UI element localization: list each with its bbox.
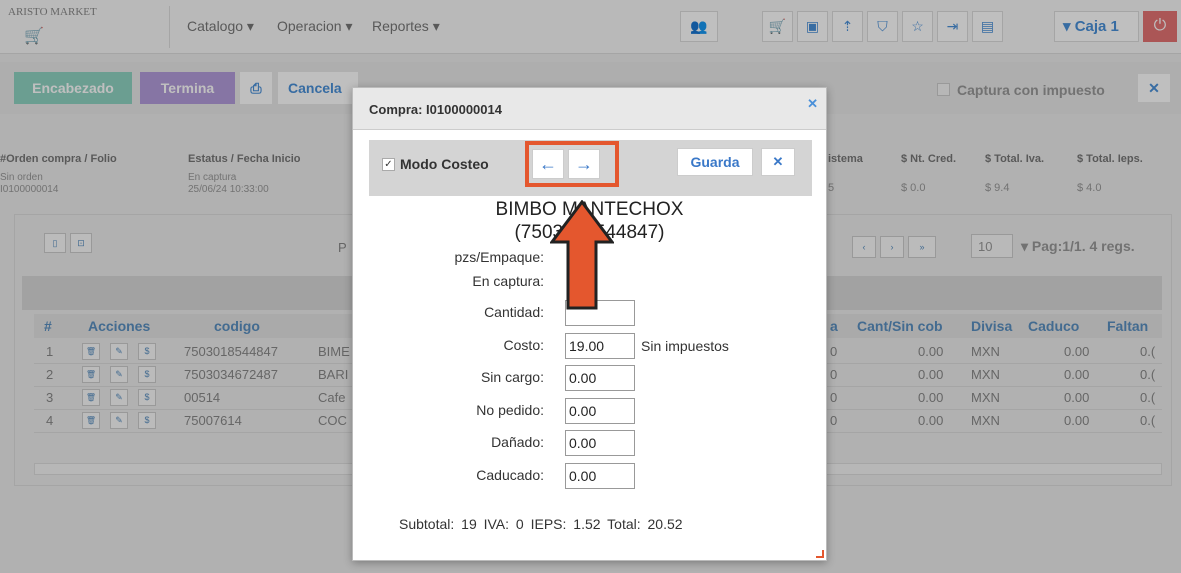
field-input[interactable]: 0.00: [565, 397, 635, 424]
resize-handle[interactable]: [816, 550, 824, 558]
dialog-title: Compra: I0100000014: [369, 102, 502, 117]
field-label: Cantidad:: [484, 304, 544, 320]
compra-dialog: Compra: I0100000014 ✕ ✓ Modo Costeo ← → …: [352, 87, 827, 561]
field-input[interactable]: 0.00: [565, 430, 635, 456]
modo-costeo-checkbox[interactable]: ✓: [382, 158, 395, 171]
field-label: Sin cargo:: [480, 369, 544, 385]
highlight-box: [525, 141, 619, 187]
field-label: Caducado:: [476, 466, 544, 483]
field-input[interactable]: 0.00: [565, 365, 635, 391]
field-input[interactable]: 19.00: [565, 332, 635, 359]
field-input[interactable]: 0.00: [565, 462, 635, 489]
dialog-cancel-icon[interactable]: ✕: [761, 148, 795, 176]
dialog-titlebar: Compra: I0100000014 ✕: [353, 88, 826, 130]
annotation-arrow: [550, 200, 614, 310]
costo-note: Sin impuestos: [641, 338, 729, 354]
guarda-button[interactable]: Guarda: [677, 148, 753, 176]
dialog-close-icon[interactable]: ✕: [807, 96, 818, 112]
field-label: Costo:: [503, 336, 544, 353]
totals-line: Subtotal: 19 IVA: 0 IEPS: 1.52 Total: 20…: [399, 516, 683, 532]
modo-costeo-label: Modo Costeo: [400, 156, 489, 172]
pzs-empaque-label: pzs/Empaque:: [454, 249, 545, 265]
en-captura-label: En captura:: [472, 273, 544, 289]
field-label: Dañado:: [491, 434, 544, 450]
field-label: No pedido:: [476, 401, 544, 418]
